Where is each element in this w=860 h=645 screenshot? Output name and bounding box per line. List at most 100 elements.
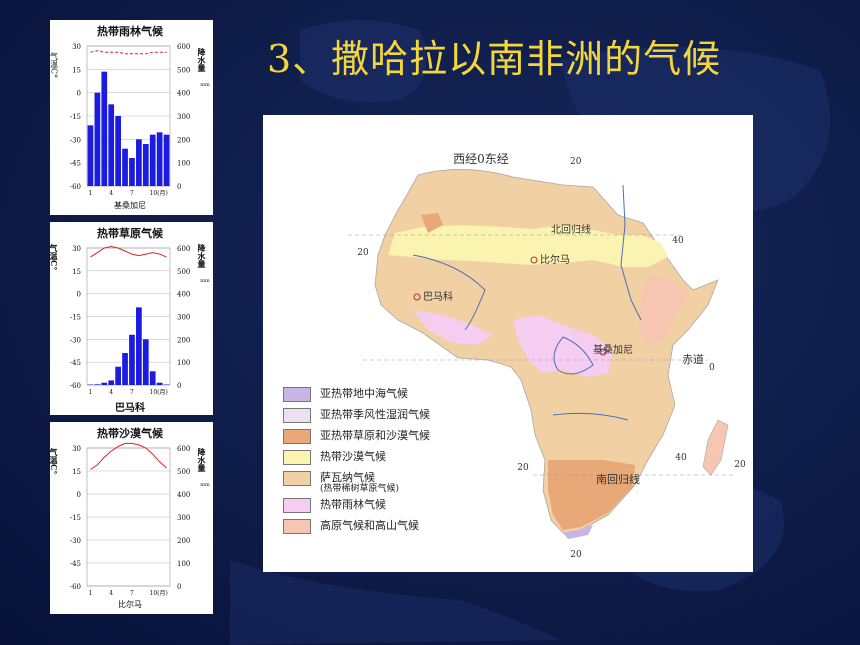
temp-tick-label: -60 <box>70 583 81 591</box>
temp-tick-label: -15 <box>70 514 81 522</box>
legend-label: 高原气候和高山气候 <box>320 519 419 532</box>
precip-tick-label: 300 <box>177 314 190 322</box>
tropic-cancer-label: 北回归线 <box>551 223 591 236</box>
temp-tick-label: 0 <box>77 491 81 499</box>
lat20s-left-label: 20 <box>517 463 529 473</box>
city-birma: 比尔马 <box>540 253 570 266</box>
temp-tick-label: -30 <box>70 336 81 344</box>
precip-tick-label: 200 <box>177 136 190 144</box>
temp-tick-label: -45 <box>70 359 81 367</box>
temp-tick-label: 0 <box>77 90 81 98</box>
precip-tick-label: 0 <box>177 382 181 390</box>
legend-label: 萨瓦纳气候 (热带稀树草原气候) <box>320 471 400 494</box>
month-tick-label: 10(月) <box>150 190 168 197</box>
precip-bar <box>115 366 121 385</box>
savanna-climate-chart: 热带草原气候 气温C° 降水量 mm 30 600 15 500 0 400 -15 300 -… <box>50 222 213 415</box>
month-tick-label: 4 <box>109 190 113 197</box>
temp-tick-label: 0 <box>77 291 81 299</box>
precip-tick-label: 600 <box>177 445 190 453</box>
precip-bar <box>115 116 121 186</box>
right-unit: mm <box>200 482 210 488</box>
legend-label: 热带沙漠气候 <box>320 450 386 463</box>
temp-tick-label: 15 <box>72 468 81 476</box>
legend-item: 亚热带季风性湿润气候 <box>283 408 430 429</box>
city-label: 巴马科 <box>115 401 145 414</box>
precip-bar <box>122 353 128 385</box>
precip-tick-label: 100 <box>177 560 190 568</box>
right-unit: mm <box>200 278 210 284</box>
temp-tick-label: -45 <box>70 160 81 168</box>
right-axis-label: 降水量 <box>196 47 207 73</box>
equator-label: 赤道 <box>682 352 704 366</box>
month-tick-label: 4 <box>109 389 113 396</box>
temp-tick-label: 30 <box>72 445 81 453</box>
legend-item: 热带沙漠气候 <box>283 450 430 471</box>
left-axis-label: 气温C° <box>50 51 59 78</box>
precip-bar <box>94 92 101 186</box>
legend-swatch <box>283 450 311 465</box>
legend-label: 亚热带草原和沙漠气候 <box>320 429 430 442</box>
month-tick-label: 10(月) <box>150 590 168 597</box>
temperature-line <box>90 442 167 470</box>
temp-tick-label: 30 <box>72 245 81 253</box>
precip-bar <box>108 104 115 186</box>
precip-tick-label: 100 <box>177 359 190 367</box>
precip-bar <box>129 158 135 186</box>
lon40-label: 40 <box>672 236 684 246</box>
precip-tick-label: 500 <box>177 468 190 476</box>
month-tick-label: 1 <box>89 190 93 197</box>
map-legend: 亚热带地中海气候 亚热带季风性湿润气候 亚热带草原和沙漠气候 热带沙漠气候萨瓦纳气候(… <box>283 387 430 540</box>
precip-bar <box>101 71 108 186</box>
month-tick-label: 7 <box>130 190 134 197</box>
left-axis-label: 气温C° <box>50 447 59 474</box>
temp-tick-label: 15 <box>72 66 81 74</box>
precip-bar <box>87 125 94 186</box>
temp-tick-label: -15 <box>70 314 81 322</box>
precip-tick-label: 300 <box>177 514 190 522</box>
lon20s-label: 20 <box>570 550 582 560</box>
legend-item: 热带雨林气候 <box>283 498 430 519</box>
precip-tick-label: 600 <box>177 43 190 51</box>
southern-steppe-zone <box>548 460 635 530</box>
right-axis-label: 降水量 <box>196 447 207 473</box>
precip-bar <box>156 382 163 385</box>
temp-tick-label: -30 <box>70 136 81 144</box>
legend-item: 亚热带地中海气候 <box>283 387 430 408</box>
eq0-label: 0 <box>709 363 715 373</box>
temp-tick-label: -60 <box>70 382 81 390</box>
meridian-label: 西经0东经 <box>453 152 509 166</box>
month-tick-label: 10(月) <box>150 389 168 396</box>
page-title: 3、撒哈拉以南非洲的气候 <box>267 37 722 81</box>
lon40b-label: 40 <box>675 453 687 463</box>
legend-sublabel: (热带稀树草原气候) <box>320 484 400 494</box>
precip-tick-label: 0 <box>177 583 181 591</box>
precip-bar <box>122 148 128 186</box>
rainforest-climate-chart: 热带雨林气候 气温C° 降水量 mm 30 600 15 500 0 400 -15 300 -… <box>50 20 213 215</box>
month-tick-label: 7 <box>130 590 134 597</box>
temp-tick-label: -60 <box>70 183 81 191</box>
precip-tick-label: 400 <box>177 90 190 98</box>
precip-tick-label: 400 <box>177 291 190 299</box>
legend-item: 亚热带草原和沙漠气候 <box>283 429 430 450</box>
temp-tick-label: -15 <box>70 113 81 121</box>
legend-swatch <box>283 519 311 534</box>
month-tick-label: 7 <box>130 389 134 396</box>
precip-tick-label: 200 <box>177 336 190 344</box>
precip-bar <box>156 132 163 186</box>
precip-bar <box>149 371 156 385</box>
legend-swatch <box>283 498 311 513</box>
temp-tick-label: -45 <box>70 560 81 568</box>
lon20-label: 20 <box>570 157 582 167</box>
legend-swatch <box>283 387 311 402</box>
temp-tick-label: 30 <box>72 43 81 51</box>
left-axis-label: 气温C° <box>50 243 59 270</box>
legend-swatch <box>283 408 311 423</box>
precip-tick-label: 300 <box>177 113 190 121</box>
legend-label: 热带雨林气候 <box>320 498 386 511</box>
chart-title: 热带沙漠气候 <box>97 426 164 440</box>
month-tick-label: 4 <box>109 590 113 597</box>
legend-item: 高原气候和高山气候 <box>283 519 430 540</box>
city-kisangani: 基桑加尼 <box>593 343 633 356</box>
legend-item: 萨瓦纳气候 (热带稀树草原气候) <box>283 471 430 498</box>
right-axis-label: 降水量 <box>196 243 207 269</box>
